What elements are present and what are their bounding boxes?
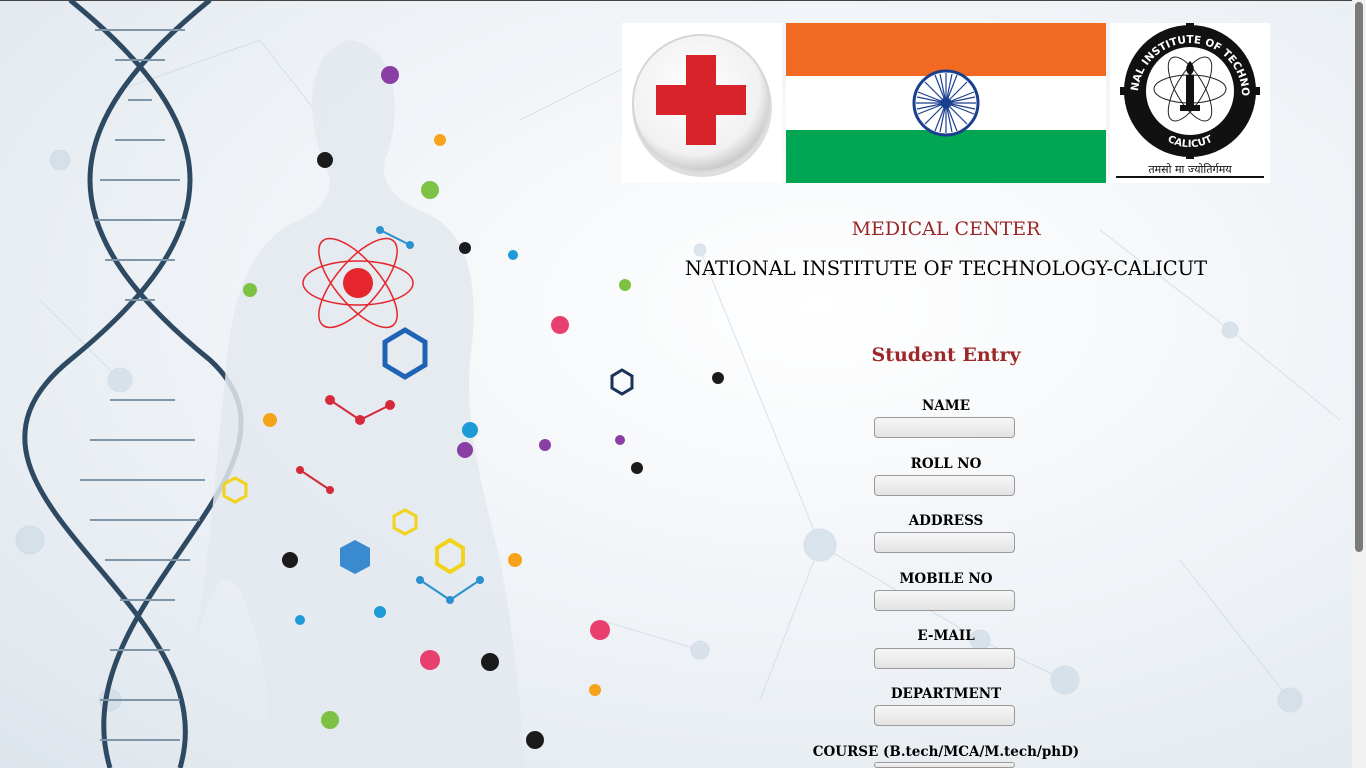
form-title: Student Entry [871, 344, 1021, 366]
address-label: ADDRESS [908, 513, 984, 529]
scrollbar-thumb[interactable] [1355, 2, 1363, 552]
institute-title: NATIONAL INSTITUTE OF TECHNOLOGY-CALICUT [684, 257, 1208, 280]
mobile-no-label: MOBILE NO [899, 571, 993, 587]
course-label: COURSE (B.tech/MCA/M.tech/phD) [812, 744, 1080, 760]
medical-center-heading: MEDICAL CENTER [851, 218, 1041, 240]
mobile-no-input[interactable] [874, 590, 1015, 611]
logo-strip: NATIONAL INSTITUTE OF TECHNOLOGY CALICUT… [622, 14, 1270, 183]
svg-text:तमसो मा ज्योतिर्गमय: तमसो मा ज्योतिर्गमय [1148, 163, 1232, 176]
email-input[interactable] [874, 648, 1015, 669]
department-input[interactable] [874, 705, 1015, 726]
roll-no-label: ROLL NO [910, 456, 982, 472]
nit-calicut-emblem-icon: NATIONAL INSTITUTE OF TECHNOLOGY CALICUT… [1105, 14, 1270, 183]
name-input[interactable] [874, 417, 1015, 438]
india-flag-icon [786, 23, 1106, 183]
roll-no-input[interactable] [874, 475, 1015, 496]
vertical-scrollbar[interactable] [1352, 0, 1366, 768]
name-label: NAME [921, 398, 971, 414]
department-label: DEPARTMENT [890, 686, 1002, 702]
red-cross-icon [622, 23, 782, 183]
email-label: E-MAIL [917, 628, 975, 644]
course-input[interactable] [874, 762, 1015, 768]
address-input[interactable] [874, 532, 1015, 553]
